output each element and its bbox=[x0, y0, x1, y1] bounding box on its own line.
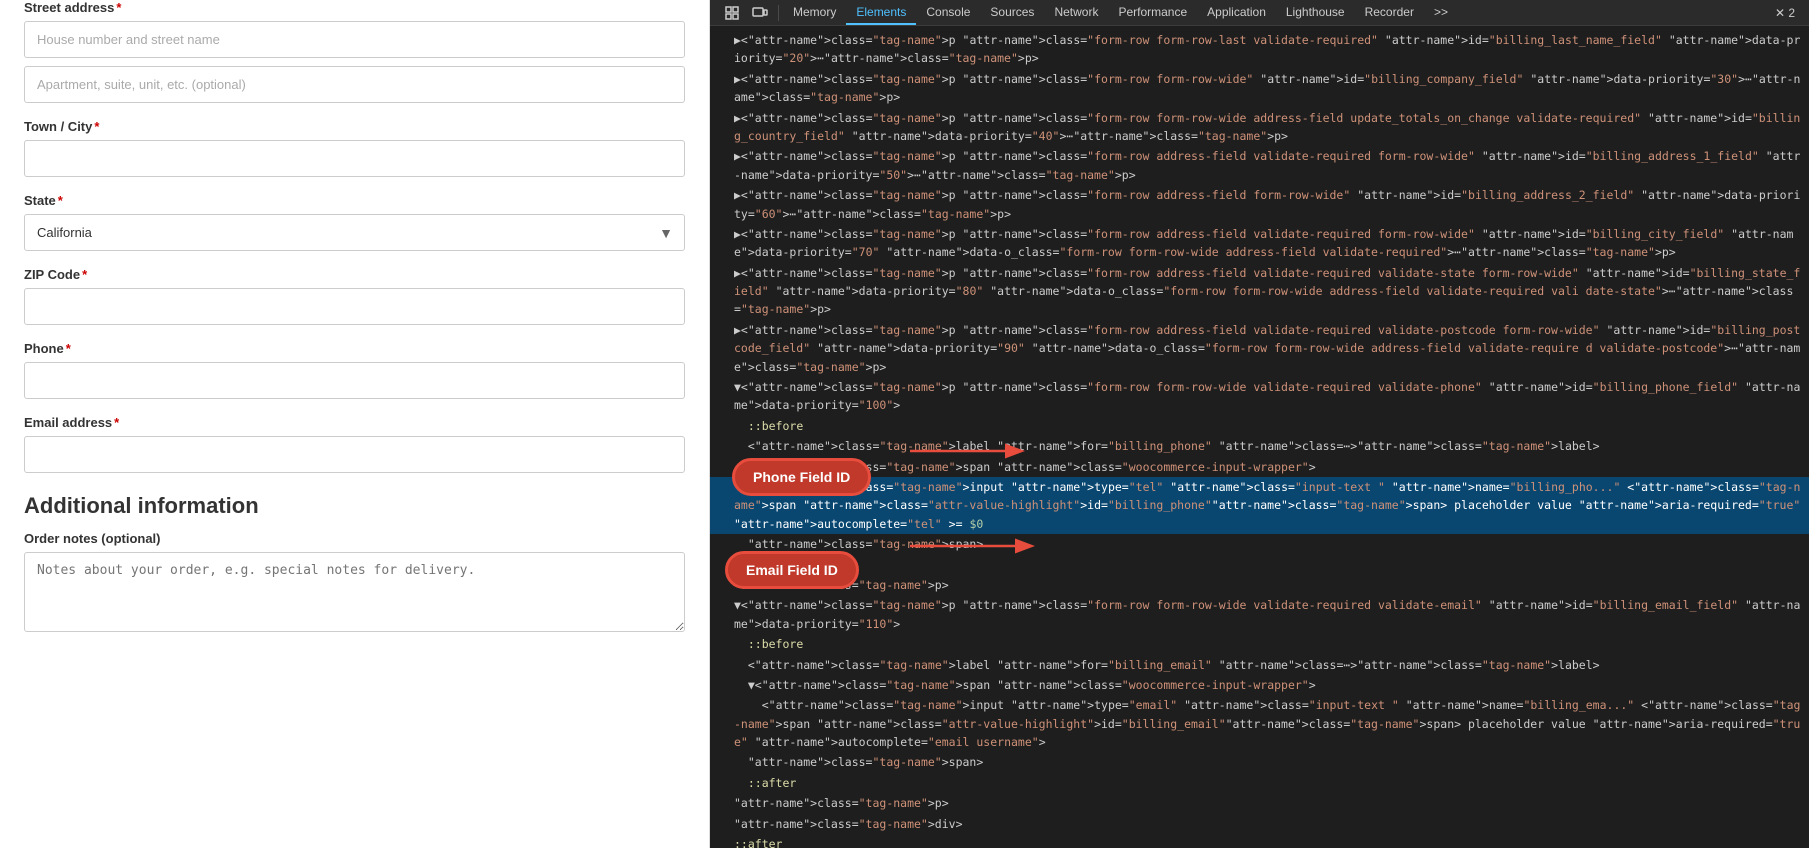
code-line[interactable]: ::before bbox=[710, 634, 1809, 654]
order-notes-group: Order notes (optional) bbox=[24, 531, 685, 637]
devtools-panel: Memory Elements Console Sources Network … bbox=[710, 0, 1809, 848]
email-field-id-badge: Email Field ID bbox=[725, 551, 859, 589]
additional-info-title: Additional information bbox=[24, 493, 685, 519]
tab-lighthouse[interactable]: Lighthouse bbox=[1276, 0, 1355, 25]
order-notes-label: Order notes (optional) bbox=[24, 531, 685, 546]
code-line[interactable]: ▶<"attr-name">class="tag-name">p "attr-n… bbox=[710, 30, 1809, 69]
tab-elements[interactable]: Elements bbox=[846, 0, 916, 25]
code-line[interactable]: "attr-name">class="tag-name">span> bbox=[710, 534, 1809, 554]
tab-memory[interactable]: Memory bbox=[783, 0, 846, 25]
tab-application[interactable]: Application bbox=[1197, 0, 1276, 25]
phone-input[interactable] bbox=[24, 362, 685, 399]
code-line[interactable]: ::before bbox=[710, 416, 1809, 436]
form-panel: Street address* Town / City* State* Alab… bbox=[0, 0, 710, 848]
code-line[interactable]: <"attr-name">class="tag-name">label "att… bbox=[710, 655, 1809, 675]
street-address-label: Street address* bbox=[24, 0, 685, 15]
code-line[interactable]: "attr-name">class="tag-name">p> bbox=[710, 575, 1809, 595]
devtools-close-btn[interactable]: ✕ 2 bbox=[1769, 4, 1801, 22]
code-line[interactable]: ▶<"attr-name">class="tag-name">p "attr-n… bbox=[710, 69, 1809, 108]
device-toggle-btn[interactable] bbox=[746, 3, 774, 23]
code-line[interactable]: ::after bbox=[710, 834, 1809, 848]
zip-code-input[interactable] bbox=[24, 288, 685, 325]
code-line[interactable]: <"attr-name">class="tag-name">label "att… bbox=[710, 436, 1809, 456]
code-line[interactable]: ▼<"attr-name">class="tag-name">p "attr-n… bbox=[710, 595, 1809, 634]
state-select-wrapper: AlabamaAlaskaArizonaArkansasCaliforniaCo… bbox=[24, 214, 685, 251]
state-select[interactable]: AlabamaAlaskaArizonaArkansasCaliforniaCo… bbox=[24, 214, 685, 251]
tab-console[interactable]: Console bbox=[916, 0, 980, 25]
street-address-group: Street address* bbox=[24, 0, 685, 103]
phone-group: Phone* bbox=[24, 341, 685, 399]
code-line[interactable]: ::after bbox=[710, 555, 1809, 575]
zip-code-group: ZIP Code* bbox=[24, 267, 685, 325]
zip-code-label: ZIP Code* bbox=[24, 267, 685, 282]
devtools-code-view[interactable]: ▶<"attr-name">class="tag-name">p "attr-n… bbox=[710, 26, 1809, 848]
toolbar-divider bbox=[778, 5, 779, 21]
tab-recorder[interactable]: Recorder bbox=[1355, 0, 1424, 25]
code-line[interactable]: ▼<"attr-name">class="tag-name">span "att… bbox=[710, 457, 1809, 477]
code-line[interactable]: "attr-name">class="tag-name">span> bbox=[710, 752, 1809, 772]
code-line[interactable]: <"attr-name">class="tag-name">input "att… bbox=[710, 477, 1809, 534]
code-line[interactable]: ▶<"attr-name">class="tag-name">p "attr-n… bbox=[710, 185, 1809, 224]
email-arrow bbox=[910, 531, 1040, 561]
code-line[interactable]: ▶<"attr-name">class="tag-name">p "attr-n… bbox=[710, 146, 1809, 185]
code-line[interactable]: ▶<"attr-name">class="tag-name">p "attr-n… bbox=[710, 263, 1809, 320]
email-label: Email address* bbox=[24, 415, 685, 430]
code-line[interactable]: ▶<"attr-name">class="tag-name">p "attr-n… bbox=[710, 108, 1809, 147]
email-group: Email address* bbox=[24, 415, 685, 473]
state-label: State* bbox=[24, 193, 685, 208]
code-line[interactable]: ▼<"attr-name">class="tag-name">p "attr-n… bbox=[710, 377, 1809, 416]
town-city-group: Town / City* bbox=[24, 119, 685, 177]
tab-sources[interactable]: Sources bbox=[980, 0, 1044, 25]
state-group: State* AlabamaAlaskaArizonaArkansasCalif… bbox=[24, 193, 685, 251]
phone-label: Phone* bbox=[24, 341, 685, 356]
street-address-input-1[interactable] bbox=[24, 21, 685, 58]
order-notes-input[interactable] bbox=[24, 552, 685, 632]
devtools-content-wrapper: ▶<"attr-name">class="tag-name">p "attr-n… bbox=[710, 26, 1809, 848]
phone-field-id-badge: Phone Field ID bbox=[732, 458, 871, 496]
town-city-label: Town / City* bbox=[24, 119, 685, 134]
code-line[interactable]: ::after bbox=[710, 773, 1809, 793]
email-input[interactable] bbox=[24, 436, 685, 473]
tab-more[interactable]: >> bbox=[1424, 0, 1458, 25]
street-address-input-2[interactable] bbox=[24, 66, 685, 103]
tab-performance[interactable]: Performance bbox=[1108, 0, 1197, 25]
inspect-icon-btn[interactable] bbox=[718, 3, 746, 23]
code-line[interactable]: ▼<"attr-name">class="tag-name">span "att… bbox=[710, 675, 1809, 695]
devtools-toolbar: Memory Elements Console Sources Network … bbox=[710, 0, 1809, 26]
town-city-input[interactable] bbox=[24, 140, 685, 177]
tab-network[interactable]: Network bbox=[1044, 0, 1108, 25]
code-line[interactable]: <"attr-name">class="tag-name">input "att… bbox=[710, 695, 1809, 752]
code-line[interactable]: "attr-name">class="tag-name">div> bbox=[710, 814, 1809, 834]
code-line[interactable]: ▶<"attr-name">class="tag-name">p "attr-n… bbox=[710, 320, 1809, 377]
code-line[interactable]: "attr-name">class="tag-name">p> bbox=[710, 793, 1809, 813]
phone-arrow bbox=[910, 436, 1030, 466]
code-line[interactable]: ▶<"attr-name">class="tag-name">p "attr-n… bbox=[710, 224, 1809, 263]
